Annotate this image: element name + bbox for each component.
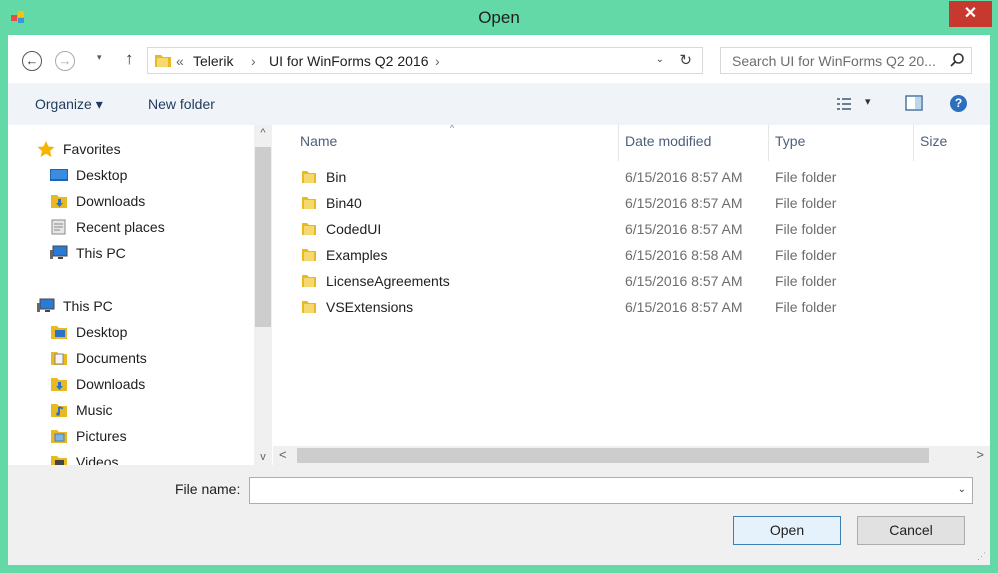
address-dropdown[interactable]: ⌄ <box>656 54 664 65</box>
change-view-icon[interactable] <box>836 97 852 111</box>
breadcrumb-telerik[interactable]: Telerik <box>193 53 233 69</box>
music-icon <box>51 404 67 417</box>
close-icon: ✕ <box>963 5 978 22</box>
column-divider[interactable] <box>913 125 914 161</box>
navigation-bar: ← → ▾ ↑ « Telerik › UI for WinForms Q2 2… <box>8 35 990 83</box>
cancel-button[interactable]: Cancel <box>857 516 965 545</box>
file-row[interactable]: LicenseAgreements 6/15/2016 8:57 AM File… <box>273 269 990 295</box>
scroll-up-icon[interactable]: ^ <box>254 127 272 139</box>
file-name-label: File name: <box>175 481 241 497</box>
file-row[interactable]: Examples 6/15/2016 8:58 AM File folder <box>273 243 990 269</box>
search-box[interactable]: Search UI for WinForms Q2 20... <box>720 47 972 74</box>
scroll-left-icon[interactable]: < <box>279 447 287 462</box>
folder-icon <box>302 275 316 287</box>
desktop-folder-icon <box>51 326 67 339</box>
scroll-right-icon[interactable]: > <box>976 447 984 462</box>
open-button[interactable]: Open <box>733 516 841 545</box>
dialog-footer: File name: ⌄ Open Cancel ⋰ <box>8 465 990 565</box>
file-list-horizontal-scrollbar[interactable]: < > <box>273 446 990 465</box>
videos-icon <box>51 456 67 465</box>
window-title: Open <box>478 8 520 27</box>
folder-icon <box>302 197 316 209</box>
documents-icon <box>51 352 67 365</box>
column-header-name[interactable]: Name <box>300 133 337 149</box>
downloads-icon <box>51 195 67 208</box>
forward-button[interactable]: → <box>55 51 75 71</box>
downloads-icon <box>51 378 67 391</box>
back-arrow-icon: ← <box>25 53 39 68</box>
column-divider[interactable] <box>618 125 619 161</box>
folder-icon <box>302 223 316 235</box>
computer-icon <box>37 298 55 312</box>
folder-icon <box>155 55 171 67</box>
address-bar[interactable]: « Telerik › UI for WinForms Q2 2016 › ⌄ … <box>147 47 703 74</box>
file-name-dropdown-icon[interactable]: ⌄ <box>958 484 966 495</box>
file-row[interactable]: CodedUI 6/15/2016 8:57 AM File folder <box>273 217 990 243</box>
recent-locations-dropdown[interactable]: ▾ <box>97 52 102 63</box>
search-icon[interactable] <box>949 52 965 68</box>
scroll-thumb[interactable] <box>297 448 929 463</box>
folder-icon <box>302 301 316 313</box>
star-icon <box>37 141 55 157</box>
recent-places-icon <box>51 219 66 235</box>
breadcrumb-separator-icon[interactable]: › <box>435 53 440 69</box>
column-header-date-modified[interactable]: Date modified <box>625 133 711 149</box>
view-dropdown-icon[interactable]: ▾ <box>865 95 871 108</box>
pictures-icon <box>51 430 67 443</box>
file-row[interactable]: Bin40 6/15/2016 8:57 AM File folder <box>273 191 990 217</box>
file-row[interactable]: Bin 6/15/2016 8:57 AM File folder <box>273 165 990 191</box>
sort-ascending-icon: ^ <box>450 125 455 133</box>
search-placeholder: Search UI for WinForms Q2 20... <box>732 53 936 69</box>
breadcrumb-overflow[interactable]: « <box>176 53 184 69</box>
breadcrumb-separator-icon[interactable]: › <box>251 53 256 69</box>
close-button[interactable]: ✕ <box>949 1 992 27</box>
file-list: Name ^ Date modified Type Size Bin 6/15/… <box>273 125 990 465</box>
back-button[interactable]: ← <box>22 51 42 71</box>
file-name-input[interactable]: ⌄ <box>249 477 973 504</box>
folder-icon <box>302 171 316 183</box>
up-button[interactable]: ↑ <box>125 49 134 69</box>
preview-pane-icon[interactable] <box>905 95 923 111</box>
computer-icon <box>50 245 68 259</box>
new-folder-button[interactable]: New folder <box>148 96 215 112</box>
column-header-size[interactable]: Size <box>920 133 947 149</box>
resize-grip-icon[interactable]: ⋰ <box>977 551 986 562</box>
dialog-client: ← → ▾ ↑ « Telerik › UI for WinForms Q2 2… <box>8 35 990 565</box>
breadcrumb-ui-for-winforms[interactable]: UI for WinForms Q2 2016 <box>269 53 429 69</box>
scroll-thumb[interactable] <box>255 147 271 327</box>
refresh-icon[interactable]: ↻ <box>679 51 692 69</box>
file-row[interactable]: VSExtensions 6/15/2016 8:57 AM File fold… <box>273 295 990 321</box>
forward-arrow-icon: → <box>58 53 72 68</box>
column-divider[interactable] <box>768 125 769 161</box>
open-dialog-window: Open ✕ ← → ▾ ↑ « Telerik › UI for WinFor… <box>0 0 998 573</box>
scroll-down-icon[interactable]: v <box>254 451 272 463</box>
navigation-pane-scrollbar[interactable]: ^ v <box>254 125 272 465</box>
command-bar: Organize ▾ New folder ▾ ? <box>8 83 990 126</box>
column-header-type[interactable]: Type <box>775 133 805 149</box>
folder-icon <box>302 249 316 261</box>
help-icon[interactable]: ? <box>950 95 967 112</box>
desktop-icon <box>50 169 68 181</box>
navigation-pane: Favorites Desktop Downloads Recent place… <box>8 125 273 465</box>
title-bar[interactable]: Open ✕ <box>0 0 998 35</box>
organize-button[interactable]: Organize ▾ <box>35 96 103 113</box>
